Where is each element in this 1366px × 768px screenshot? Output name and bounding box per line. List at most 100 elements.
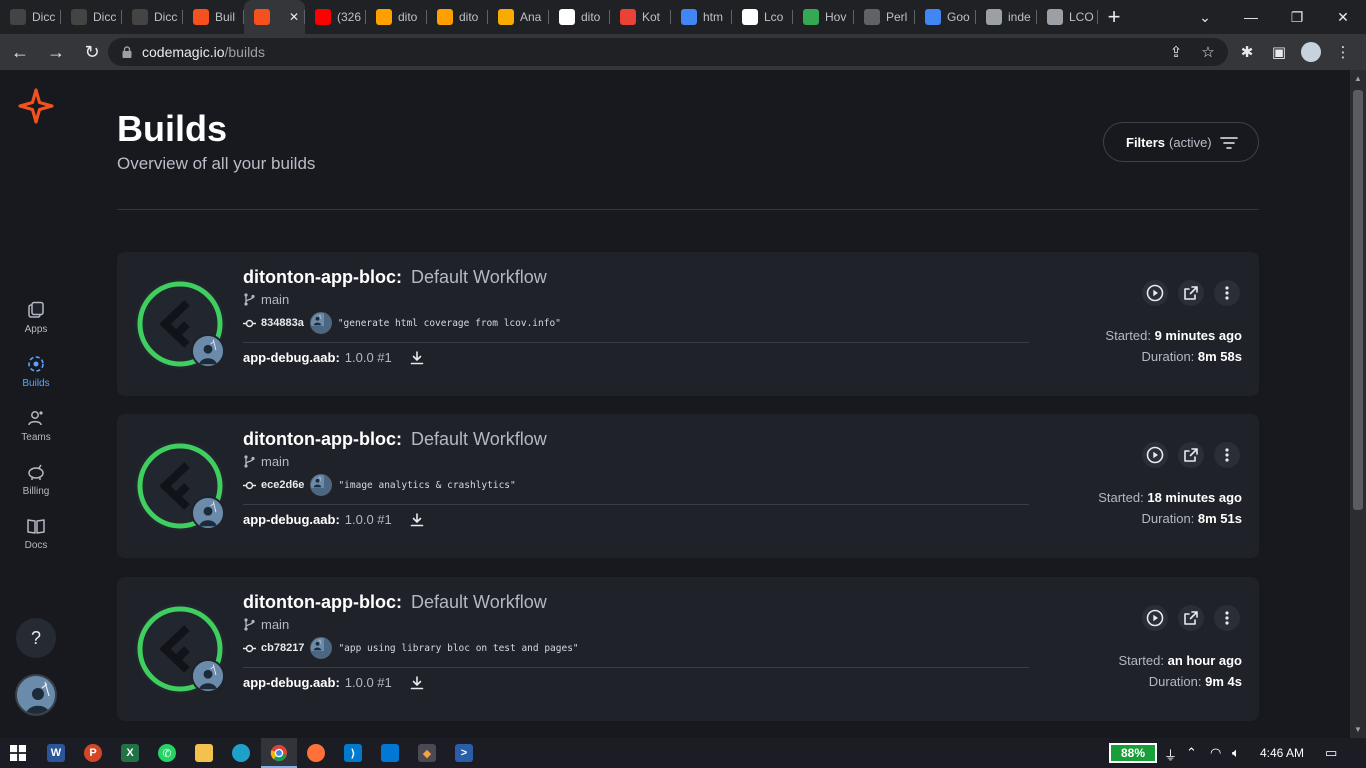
download-icon[interactable] — [410, 512, 424, 527]
browser-tab[interactable]: Dicc — [122, 0, 183, 34]
address-bar[interactable]: codemagic.io/builds — [108, 38, 1228, 66]
side-panel-icon[interactable]: ▣ — [1269, 42, 1289, 62]
sidebar-item-teams[interactable]: Teams — [0, 408, 72, 454]
browser-tab[interactable]: Buil — [183, 0, 244, 34]
filters-button[interactable]: Filters (active) — [1103, 122, 1259, 162]
build-app-name[interactable]: ditonton-app-bloc: — [243, 429, 402, 450]
word-icon[interactable]: W — [44, 741, 68, 765]
download-icon[interactable] — [410, 350, 424, 365]
share-icon[interactable]: ⇪ — [1166, 42, 1186, 62]
more-options-button[interactable] — [1214, 605, 1240, 631]
browser-tab[interactable]: Lco — [732, 0, 793, 34]
vscode-icon[interactable]: ⟩ — [341, 741, 365, 765]
browser-tab[interactable]: htm — [671, 0, 732, 34]
commit-hash[interactable]: cb78217 — [261, 642, 304, 654]
rebuild-button[interactable] — [1142, 442, 1168, 468]
chrome-icon[interactable] — [267, 741, 291, 765]
battery-indicator[interactable]: 88% — [1109, 743, 1157, 763]
user-avatar[interactable] — [15, 674, 57, 716]
git-icon[interactable]: ◆ — [415, 741, 439, 765]
open-build-button[interactable] — [1178, 442, 1204, 468]
browser-tab[interactable]: dito — [549, 0, 610, 34]
build-commit: cb78217 "app using library bloc on test … — [243, 637, 579, 659]
branch-name: main — [261, 454, 290, 469]
download-icon[interactable] — [410, 675, 424, 690]
open-build-button[interactable] — [1178, 605, 1204, 631]
rebuild-button[interactable] — [1142, 280, 1168, 306]
close-tab-icon[interactable]: ✕ — [289, 10, 299, 24]
tab-label: (326 — [337, 10, 362, 24]
scrollbar-thumb[interactable] — [1353, 90, 1363, 510]
scroll-down-icon[interactable]: ▼ — [1354, 725, 1362, 734]
build-card[interactable]: ditonton-app-bloc: Default Workflow main… — [117, 414, 1259, 558]
page-scrollbar[interactable]: ▲ ▼ — [1350, 70, 1366, 738]
minimize-icon[interactable]: — — [1228, 0, 1274, 34]
browser-tab[interactable]: ✕ — [244, 0, 305, 34]
more-options-button[interactable] — [1214, 442, 1240, 468]
build-app-name[interactable]: ditonton-app-bloc: — [243, 267, 402, 288]
powershell-icon[interactable]: > — [452, 741, 476, 765]
notifications-icon[interactable]: ▭ — [1325, 745, 1337, 761]
commit-hash[interactable]: ece2d6e — [261, 479, 304, 491]
back-button[interactable]: ← — [4, 36, 36, 68]
build-app-name[interactable]: ditonton-app-bloc: — [243, 592, 402, 613]
profile-avatar[interactable] — [1301, 42, 1321, 62]
tray-chevron-icon[interactable]: ⌃ — [1186, 745, 1197, 761]
rebuild-button[interactable] — [1142, 605, 1168, 631]
artifact-name: app-debug.aab: — [243, 512, 340, 527]
help-button[interactable]: ? — [16, 618, 56, 658]
browser-tab[interactable]: LCO — [1037, 0, 1098, 34]
forward-button[interactable]: → — [40, 36, 72, 68]
scroll-up-icon[interactable]: ▲ — [1354, 74, 1362, 83]
build-workflow-name[interactable]: Default Workflow — [411, 592, 547, 613]
browser-tab[interactable]: dito — [427, 0, 488, 34]
build-workflow-name[interactable]: Default Workflow — [411, 429, 547, 450]
photos-icon[interactable] — [378, 741, 402, 765]
browser-menu-icon[interactable]: ⋮ — [1333, 42, 1353, 62]
build-card[interactable]: ditonton-app-bloc: Default Workflow main… — [117, 577, 1259, 721]
build-workflow-name[interactable]: Default Workflow — [411, 267, 547, 288]
tab-search-icon[interactable]: ⌄ — [1182, 0, 1228, 34]
browser-tab[interactable]: Kot — [610, 0, 671, 34]
more-options-button[interactable] — [1214, 280, 1240, 306]
power-plug-icon[interactable]: ⏚ — [1164, 745, 1177, 764]
sidebar-item-apps[interactable]: Apps — [0, 300, 72, 346]
globe-icon — [986, 9, 1002, 25]
build-card[interactable]: ditonton-app-bloc: Default Workflow main… — [117, 252, 1259, 396]
browser-tab[interactable]: (326 — [305, 0, 366, 34]
browser-tab[interactable]: Dicc — [0, 0, 61, 34]
tab-label: dito — [398, 10, 418, 24]
windows-start-icon[interactable] — [6, 741, 30, 765]
extensions-icon[interactable]: ✱ — [1237, 42, 1257, 62]
browser-tab[interactable]: Perl — [854, 0, 915, 34]
as-icon — [864, 9, 880, 25]
codemagic-logo-icon[interactable] — [18, 88, 54, 124]
whatsapp-icon[interactable]: ✆ — [155, 741, 179, 765]
sidebar-item-billing[interactable]: Billing — [0, 462, 72, 508]
taskbar-clock[interactable]: 4:46 AM — [1260, 746, 1304, 760]
bookmark-star-icon[interactable]: ☆ — [1198, 42, 1218, 62]
sidebar-item-docs[interactable]: Docs — [0, 516, 72, 562]
firefox-icon[interactable] — [304, 741, 328, 765]
browser-tab[interactable]: dito — [366, 0, 427, 34]
google-icon — [681, 9, 697, 25]
file-explorer-icon[interactable] — [192, 741, 216, 765]
browser-tab[interactable]: Hov — [793, 0, 854, 34]
volume-icon[interactable]: 🔈︎ — [1232, 745, 1240, 761]
restore-icon[interactable]: ❐ — [1274, 0, 1320, 34]
close-window-icon[interactable]: ✕ — [1320, 0, 1366, 34]
browser-tab[interactable]: inde — [976, 0, 1037, 34]
reload-button[interactable]: ↻ — [76, 36, 108, 68]
excel-icon[interactable]: X — [118, 741, 142, 765]
browser-tab[interactable]: Dicc — [61, 0, 122, 34]
edge-icon[interactable] — [229, 741, 253, 765]
browser-tab[interactable]: Goo — [915, 0, 976, 34]
open-build-button[interactable] — [1178, 280, 1204, 306]
wifi-icon[interactable]: ◠ — [1210, 745, 1221, 761]
commit-hash[interactable]: 834883a — [261, 317, 304, 329]
sidebar-item-builds[interactable]: Builds — [0, 354, 72, 400]
powerpoint-icon[interactable]: P — [81, 741, 105, 765]
sidebar-item-label: Apps — [24, 324, 48, 335]
new-tab-button[interactable]: + — [1098, 0, 1130, 34]
browser-tab[interactable]: Ana — [488, 0, 549, 34]
